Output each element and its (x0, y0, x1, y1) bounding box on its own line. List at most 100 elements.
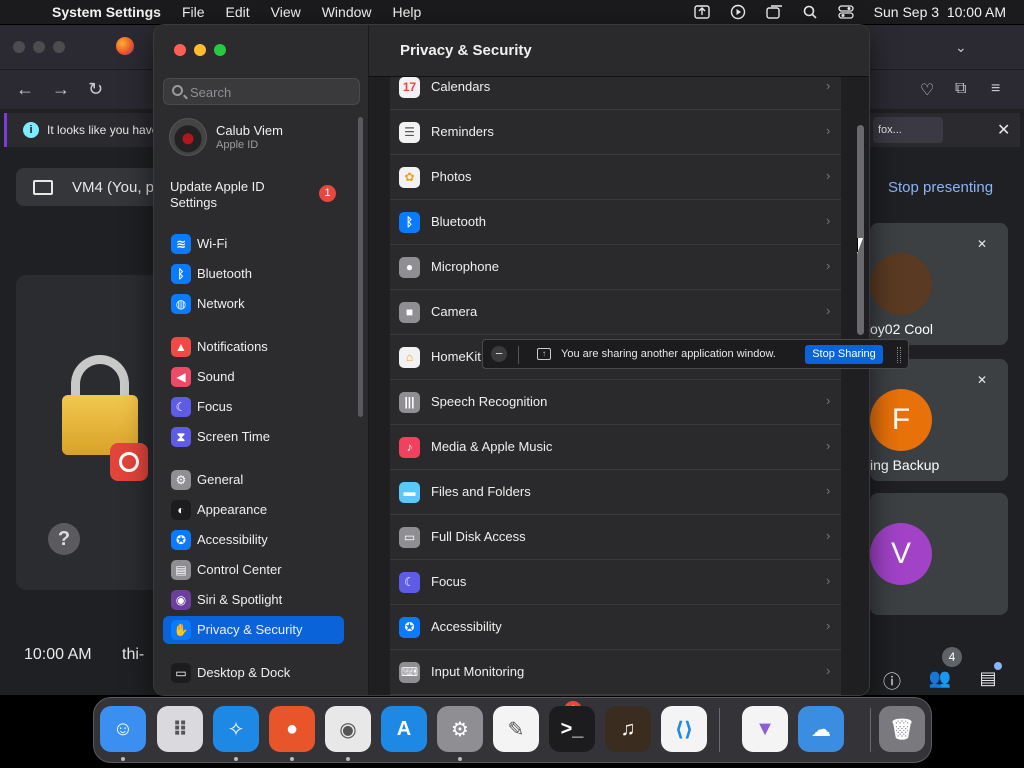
menu-clock[interactable]: Sun Sep 3 10:00 AM (874, 4, 1006, 20)
window-icon[interactable] (765, 5, 782, 19)
firefox-tab-icon[interactable] (116, 37, 134, 55)
privacy-row-media-apple-music[interactable]: ♪ Media & Apple Music › (390, 425, 841, 470)
sidebar-item-control-center[interactable]: ▤ Control Center (163, 556, 344, 584)
sidebar-item-label: Notifications (197, 339, 268, 354)
dock-separator (870, 708, 871, 752)
chrome-icon[interactable]: ◉ (325, 706, 371, 752)
spotlight-search-icon[interactable] (802, 5, 818, 19)
sidebar-scrollbar[interactable] (358, 117, 363, 417)
privacy-row-accessibility[interactable]: ✪ Accessibility › (390, 605, 841, 650)
participant-tile[interactable]: ✕ oy02 Cool (870, 223, 1008, 345)
privacy-row-focus[interactable]: ☾ Focus › (390, 560, 841, 605)
play-icon[interactable] (730, 4, 746, 20)
trash-icon[interactable]: 🗑 (879, 706, 925, 752)
folder-icon: ▬ (399, 482, 420, 503)
sidebar-item-accessibility[interactable]: ✪ Accessibility (163, 526, 344, 554)
sidebar-item-network[interactable]: ◍ Network (163, 290, 344, 318)
sidebar-item-general[interactable]: ⚙ General (163, 466, 344, 494)
finder-icon[interactable]: ☺ (100, 706, 146, 752)
extensions-icon[interactable]: ⧉ (955, 80, 966, 98)
pocket-icon[interactable]: ♡ (920, 80, 934, 100)
chat-icon[interactable]: ▤ (976, 668, 1000, 692)
sidebar-item-desktop-dock[interactable]: ▭ Desktop & Dock (163, 659, 344, 687)
drag-handle-icon[interactable] (897, 347, 901, 363)
stop-sharing-button[interactable]: Stop Sharing (805, 345, 883, 364)
minimize-banner-button[interactable]: − (491, 346, 507, 362)
people-icon[interactable]: 👥 (928, 668, 952, 692)
search-field[interactable] (163, 78, 360, 105)
menu-view[interactable]: View (271, 4, 301, 20)
search-input[interactable] (190, 83, 355, 101)
privacy-row-camera[interactable]: ■ Camera › (390, 290, 841, 335)
window-zoom-button[interactable] (53, 41, 65, 53)
privacy-row-speech-recognition[interactable]: ||| Speech Recognition › (390, 380, 841, 425)
system-settings-icon[interactable]: ⚙ (437, 706, 483, 752)
vscode-icon[interactable]: ⟨⟩ (661, 706, 707, 752)
firefox-icon[interactable]: ● (269, 706, 315, 752)
stop-presenting-button[interactable]: Stop presenting (870, 169, 1010, 207)
screen-share-icon[interactable] (693, 5, 710, 19)
sidebar-item-privacy-security[interactable]: ✋ Privacy & Security (163, 616, 344, 644)
sidebar-item-screen-time[interactable]: ⧗ Screen Time (163, 423, 344, 451)
privacy-row-microphone[interactable]: ● Microphone › (390, 245, 841, 290)
menu-window[interactable]: Window (322, 4, 372, 20)
privacy-row-reminders[interactable]: ☰ Reminders › (390, 110, 841, 155)
sharing-message: You are sharing another application wind… (561, 348, 776, 360)
content-scrollbar[interactable] (857, 125, 864, 335)
menu-edit[interactable]: Edit (226, 4, 250, 20)
help-button[interactable]: ? (48, 523, 80, 555)
reminders-icon: ☰ (399, 122, 420, 143)
participant-tile[interactable]: V (870, 493, 1008, 615)
people-count-badge: 4 (942, 647, 962, 667)
privacy-row-files-and-folders[interactable]: ▬ Files and Folders › (390, 470, 841, 515)
info-icon[interactable]: ⓘ (880, 668, 904, 692)
weather-icon[interactable]: ☁ (798, 706, 844, 752)
guitar-icon[interactable]: ♫ (605, 706, 651, 752)
keyboard-icon: ⌨ (399, 662, 420, 683)
update-apple-id-settings[interactable]: Update Apple ID Settings 1 (170, 179, 360, 213)
privacy-row-full-disk-access[interactable]: ▭ Full Disk Access › (390, 515, 841, 560)
app-store-icon[interactable]: A (381, 706, 427, 752)
window-close-button[interactable] (13, 41, 25, 53)
sidebar-item-label: General (197, 472, 244, 487)
back-icon[interactable]: ← (16, 79, 34, 100)
menu-file[interactable]: File (182, 4, 205, 20)
chevron-down-icon[interactable]: ⌄ (955, 39, 967, 56)
sidebar-item-appearance[interactable]: ◐ Appearance (163, 496, 344, 524)
hamburger-menu-icon[interactable]: ≡ (991, 80, 1000, 98)
sidebar-item-siri-spotlight[interactable]: ◉ Siri & Spotlight (163, 586, 344, 614)
sidebar-item-wi-fi[interactable]: ≋ Wi-Fi (163, 230, 344, 258)
control-center-icon[interactable] (838, 5, 854, 19)
chevron-right-icon: › (826, 438, 831, 453)
speaker-icon: ◀ (171, 367, 191, 387)
info-bar-text: It looks like you have (47, 123, 159, 137)
gear-icon: ⚙ (171, 470, 191, 490)
minimize-window-button[interactable] (194, 44, 206, 56)
textedit-icon[interactable]: ✎ (493, 706, 539, 752)
visual-studio-icon[interactable]: ▼ (742, 706, 788, 752)
window-minimize-button[interactable] (33, 41, 45, 53)
privacy-row-calendars[interactable]: 17 Calendars › (390, 65, 841, 110)
moon-icon: ☾ (399, 572, 420, 593)
sidebar-item-notifications[interactable]: ▲ Notifications (163, 333, 344, 361)
forward-icon[interactable]: → (52, 79, 70, 100)
launchpad-icon[interactable]: ⠿ (157, 706, 203, 752)
menu-app-name[interactable]: System Settings (52, 4, 161, 20)
participant-tile[interactable]: ✕ F ing Backup (870, 359, 1008, 481)
sidebar-item-sound[interactable]: ◀ Sound (163, 363, 344, 391)
terminal-icon[interactable]: >_ (549, 706, 595, 752)
privacy-row-input-monitoring[interactable]: ⌨ Input Monitoring › (390, 650, 841, 695)
reload-icon[interactable]: ↻ (88, 79, 103, 100)
close-icon[interactable]: ✕ (997, 120, 1010, 140)
accessibility-icon: ✪ (171, 530, 191, 550)
close-window-button[interactable] (174, 44, 186, 56)
apple-id-account[interactable]: Calub Viem Apple ID (169, 117, 359, 161)
privacy-row-bluetooth[interactable]: ᛒ Bluetooth › (390, 200, 841, 245)
zoom-window-button[interactable] (214, 44, 226, 56)
safari-icon[interactable]: ✧ (213, 706, 259, 752)
info-bar-button[interactable]: fox... (873, 117, 943, 143)
menu-help[interactable]: Help (393, 4, 422, 20)
sidebar-item-bluetooth[interactable]: ᛒ Bluetooth (163, 260, 344, 288)
sidebar-item-focus[interactable]: ☾ Focus (163, 393, 344, 421)
privacy-row-photos[interactable]: ✿ Photos › (390, 155, 841, 200)
